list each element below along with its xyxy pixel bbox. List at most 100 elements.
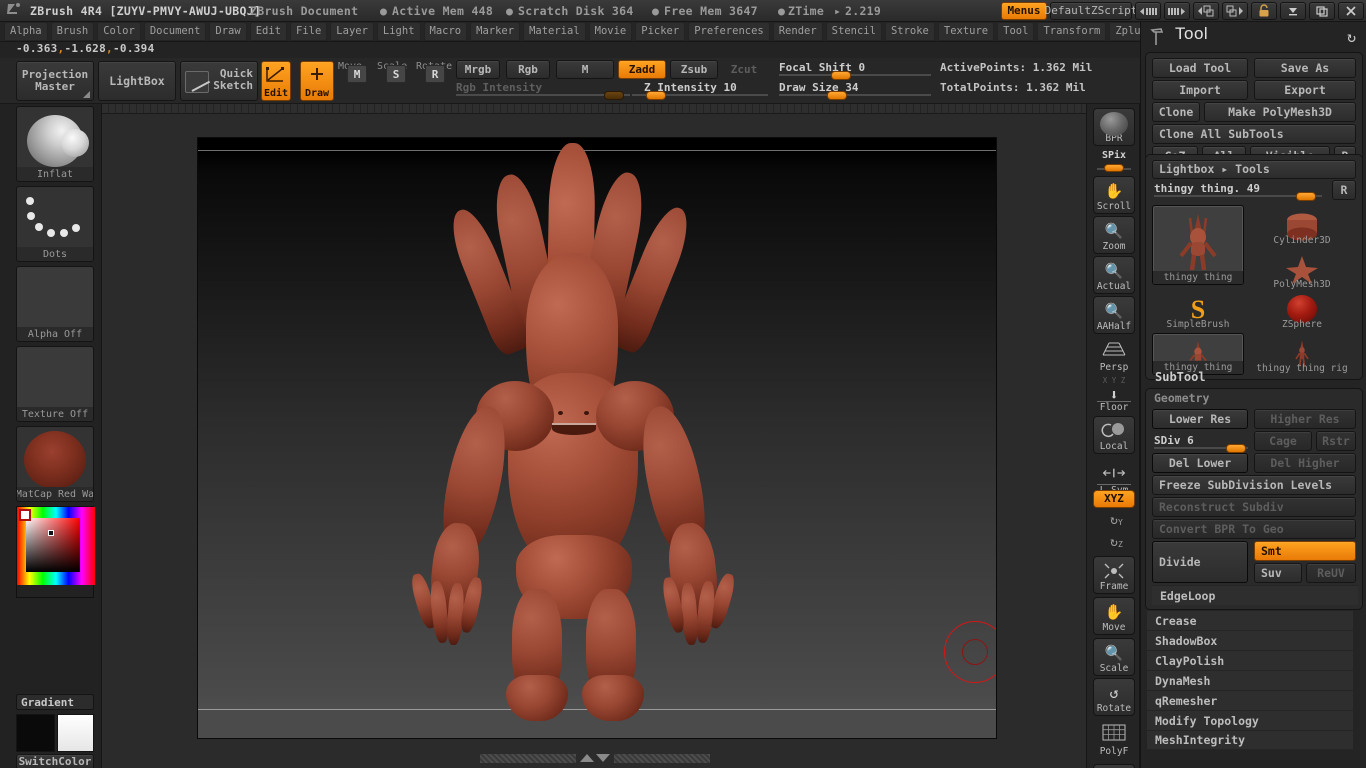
tool-slider-knob[interactable] bbox=[1296, 192, 1316, 201]
zscript-prev-button[interactable] bbox=[1135, 2, 1161, 20]
tool-thumb-thingy-thing-2[interactable]: thingy thing bbox=[1152, 333, 1244, 375]
cage-button[interactable]: Cage bbox=[1254, 431, 1312, 451]
freeze-subdivision-levels-button[interactable]: Freeze SubDivision Levels bbox=[1152, 475, 1356, 495]
smt-button[interactable]: Smt bbox=[1254, 541, 1356, 561]
quick-sketch-button[interactable]: Quick Sketch bbox=[180, 61, 258, 101]
scale-mode-button[interactable]: S Scale bbox=[377, 61, 415, 101]
texture-palette-button[interactable]: Texture Off bbox=[16, 346, 94, 422]
tool-thumb-zsphere[interactable]: ZSphere bbox=[1248, 289, 1356, 331]
crease-section[interactable]: Crease bbox=[1147, 610, 1353, 630]
menu-item-stroke[interactable]: Stroke bbox=[884, 22, 935, 41]
menu-item-document[interactable]: Document bbox=[143, 22, 207, 41]
menu-item-texture[interactable]: Texture bbox=[937, 22, 995, 41]
projection-master-button[interactable]: Projection Master bbox=[16, 61, 94, 101]
scrollbar-track-right[interactable] bbox=[614, 753, 710, 763]
draw-size-slider[interactable]: Draw Size 34 bbox=[779, 80, 931, 100]
save-as-button[interactable]: Save As bbox=[1254, 58, 1356, 78]
document-canvas[interactable] bbox=[197, 137, 997, 739]
zoom-button[interactable]: 🔍 Zoom bbox=[1093, 216, 1135, 254]
menu-item-material[interactable]: Material bbox=[523, 22, 586, 41]
tool-thumb-cylinder3d[interactable]: Cylinder3D bbox=[1248, 205, 1356, 247]
color-cursor-primary[interactable] bbox=[19, 509, 31, 521]
aahalf-button[interactable]: 🔍 AAHalf bbox=[1093, 296, 1135, 334]
convert-bpr-to-geo-button[interactable]: Convert BPR To Geo bbox=[1152, 519, 1356, 539]
qremesher-section[interactable]: qRemesher bbox=[1147, 690, 1353, 710]
draw-mode-button[interactable]: Draw bbox=[300, 61, 334, 101]
rotate-gizmo-button[interactable]: ↺ Rotate bbox=[1093, 678, 1135, 716]
del-higher-button[interactable]: Del Higher bbox=[1254, 453, 1356, 473]
swatch-secondary-color[interactable] bbox=[57, 714, 94, 752]
menu-item-preferences[interactable]: Preferences bbox=[688, 22, 770, 41]
palette-next-button[interactable] bbox=[1222, 2, 1248, 20]
load-tool-button[interactable]: Load Tool bbox=[1152, 58, 1248, 78]
local-button[interactable]: Local bbox=[1093, 416, 1135, 454]
floor-button[interactable]: X Y Z ⬇ Floor bbox=[1093, 376, 1135, 414]
tool-thumb-polymesh3d[interactable]: PolyMesh3D bbox=[1248, 249, 1356, 291]
scroll-down-arrow-icon[interactable] bbox=[596, 754, 610, 762]
tool-thumb-simplebrush[interactable]: S SimpleBrush bbox=[1152, 289, 1244, 331]
import-button[interactable]: Import bbox=[1152, 80, 1248, 100]
palette-prev-button[interactable] bbox=[1193, 2, 1219, 20]
focal-shift-slider[interactable]: Focal Shift 0 bbox=[779, 60, 931, 80]
reconstruct-subdiv-button[interactable]: Reconstruct Subdiv bbox=[1152, 497, 1356, 517]
scroll-button[interactable]: ✋ Scroll bbox=[1093, 176, 1135, 214]
menu-item-layer[interactable]: Layer bbox=[330, 22, 374, 41]
zscript-button[interactable]: DefaultZScript bbox=[1045, 2, 1137, 20]
reuv-button[interactable]: ReUV bbox=[1306, 563, 1356, 583]
sdiv-knob[interactable] bbox=[1226, 444, 1246, 453]
menu-item-draw[interactable]: Draw bbox=[209, 22, 247, 41]
rgb-intensity-knob[interactable] bbox=[604, 91, 624, 100]
rotate-y-button[interactable]: ↻ Y bbox=[1093, 510, 1135, 532]
brush-palette-button[interactable]: Inflat bbox=[16, 106, 94, 182]
tool-thumb-thingy-thing-1[interactable]: thingy thing bbox=[1152, 205, 1244, 285]
menu-item-picker[interactable]: Picker bbox=[635, 22, 686, 41]
frame-button[interactable]: Frame bbox=[1093, 556, 1135, 594]
claypolish-section[interactable]: ClayPolish bbox=[1147, 650, 1353, 670]
menu-item-edit[interactable]: Edit bbox=[249, 22, 287, 41]
rgb-intensity-slider[interactable]: Rgb Intensity bbox=[456, 80, 630, 100]
del-lower-button[interactable]: Del Lower bbox=[1152, 453, 1248, 473]
menu-item-file[interactable]: File bbox=[290, 22, 328, 41]
zscript-next-button[interactable] bbox=[1164, 2, 1190, 20]
menu-item-tool[interactable]: Tool bbox=[997, 22, 1035, 41]
edit-mode-button[interactable]: Edit bbox=[261, 61, 291, 101]
tool-thumb-thingy-thing-rig[interactable]: thingy thing rig bbox=[1248, 333, 1356, 375]
scroll-up-arrow-icon[interactable] bbox=[580, 754, 594, 762]
zcut-button[interactable]: Zcut bbox=[722, 60, 766, 79]
menu-item-macro[interactable]: Macro bbox=[423, 22, 468, 41]
z-intensity-slider[interactable]: Z Intensity 10 bbox=[632, 80, 768, 100]
spix-slider-knob[interactable] bbox=[1104, 164, 1124, 172]
material-palette-button[interactable]: MatCap Red Wa bbox=[16, 426, 94, 502]
menus-button[interactable]: Menus bbox=[1001, 2, 1047, 20]
canvas-scroll-arrows[interactable] bbox=[576, 754, 614, 762]
zadd-button[interactable]: Zadd bbox=[618, 60, 666, 79]
menu-item-stencil[interactable]: Stencil bbox=[825, 22, 882, 41]
scale-gizmo-button[interactable]: 🔍 Scale bbox=[1093, 638, 1135, 676]
lightbox-button[interactable]: LightBox bbox=[98, 61, 176, 101]
menu-item-movie[interactable]: Movie bbox=[588, 22, 633, 41]
menu-item-brush[interactable]: Brush bbox=[50, 22, 95, 41]
menu-item-transform[interactable]: Transform bbox=[1037, 22, 1107, 41]
move-gizmo-button[interactable]: ✋ Move bbox=[1093, 597, 1135, 635]
saturation-value-field[interactable] bbox=[26, 518, 80, 572]
menu-item-color[interactable]: Color bbox=[97, 22, 141, 41]
menu-item-light[interactable]: Light bbox=[376, 22, 421, 41]
export-button[interactable]: Export bbox=[1254, 80, 1356, 100]
higher-res-button[interactable]: Higher Res bbox=[1254, 409, 1356, 429]
menu-item-alpha[interactable]: Alpha bbox=[4, 22, 48, 41]
tool-slider-r-button[interactable]: R bbox=[1332, 180, 1356, 200]
subtool-section-label[interactable]: SubTool bbox=[1155, 370, 1206, 384]
gradient-button[interactable]: Gradient bbox=[16, 694, 94, 710]
scrollbar-track-left[interactable] bbox=[480, 753, 576, 763]
clone-button[interactable]: Clone bbox=[1152, 102, 1200, 122]
rotate-mode-button[interactable]: R Rotate bbox=[416, 61, 454, 101]
focal-shift-knob[interactable] bbox=[831, 71, 851, 80]
rstr-button[interactable]: Rstr bbox=[1316, 431, 1356, 451]
xyz-symmetry-button[interactable]: XYZ bbox=[1093, 490, 1135, 508]
transparency-button[interactable] bbox=[1093, 764, 1135, 768]
zsub-button[interactable]: Zsub bbox=[670, 60, 718, 79]
tool-selector-slider[interactable]: thingy thing. 49 bbox=[1154, 181, 1322, 201]
edgeloop-section[interactable]: EdgeLoop bbox=[1152, 585, 1358, 605]
actual-button[interactable]: 🔍 Actual bbox=[1093, 256, 1135, 294]
modify-topology-section[interactable]: Modify Topology bbox=[1147, 710, 1353, 730]
